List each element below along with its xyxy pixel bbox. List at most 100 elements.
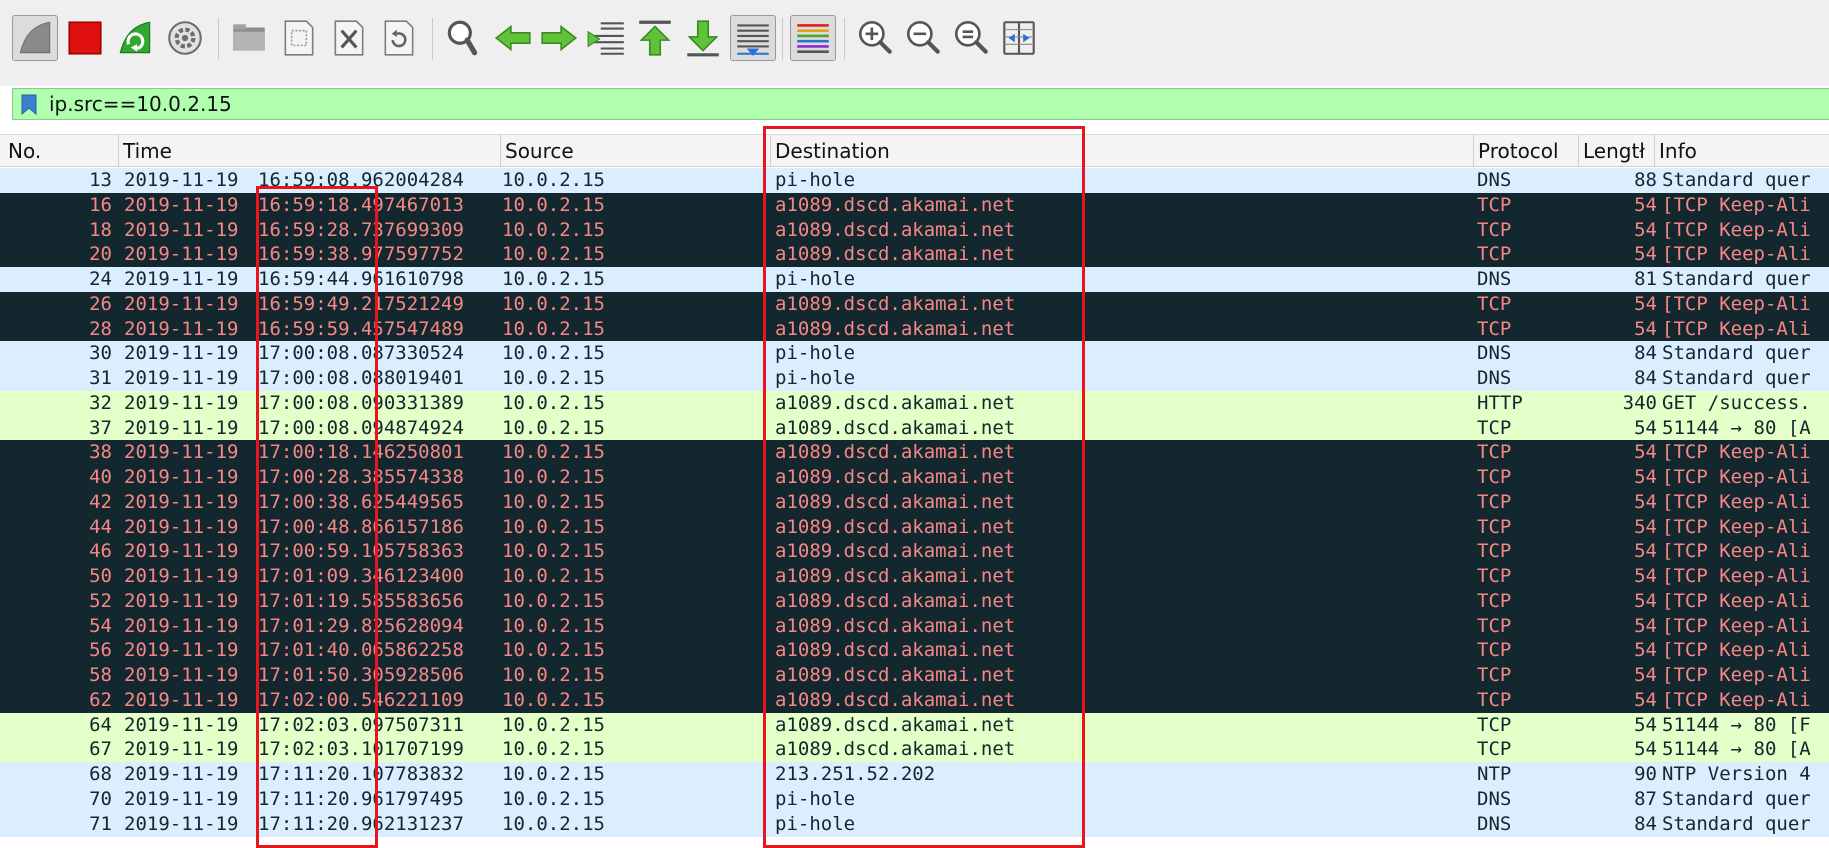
cell-info: [TCP Keep-Ali <box>1662 317 1811 340</box>
restart-capture-button[interactable] <box>112 15 158 61</box>
table-row[interactable]: 28 2019-11-19 16:59:59.457547489 10.0.2.15 a… <box>0 316 1829 342</box>
cell-protocol: TCP <box>1477 565 1512 587</box>
cell-length: 340 <box>1622 391 1657 414</box>
table-row[interactable]: 58 2019-11-19 17:01:50.305928506 10.0.2.15 a… <box>0 663 1829 688</box>
column-protocol[interactable]: Protocol <box>1473 135 1578 167</box>
column-source[interactable]: Source <box>500 135 770 167</box>
table-row[interactable]: 71 2019-11-19 17:11:20.962131237 10.0.2.15 p… <box>0 811 1829 837</box>
cell-source: 10.0.2.15 <box>502 466 605 488</box>
cell-destination: a1089.dscd.akamai.net <box>775 243 1016 266</box>
find-packet-button[interactable] <box>440 15 486 61</box>
cell-time: 17:01:29.825628094 <box>258 614 464 637</box>
cell-info: 51144 → 80 [F <box>1662 713 1811 736</box>
table-row[interactable]: 38 2019-11-19 17:00:18.146250801 10.0.2.15 a… <box>0 440 1829 466</box>
table-row[interactable]: 32 2019-11-19 17:00:08.090331389 10.0.2.15 a… <box>0 390 1829 416</box>
cell-source: 10.0.2.15 <box>502 317 605 340</box>
cell-no: 70 <box>89 787 112 810</box>
close-file-button[interactable] <box>326 15 372 61</box>
table-row[interactable]: 50 2019-11-19 17:01:09.346123400 10.0.2.15 a… <box>0 564 1829 589</box>
table-row[interactable]: 18 2019-11-19 16:59:28.737699309 10.0.2.15 a… <box>0 217 1829 243</box>
display-filter-bar[interactable]: ip.src==10.0.2.15 <box>12 88 1829 120</box>
go-last-packet-button[interactable] <box>680 15 726 61</box>
cell-source: 10.0.2.15 <box>502 342 605 365</box>
resize-columns-button[interactable] <box>996 15 1042 61</box>
cell-info: [TCP Keep-Ali <box>1662 515 1811 538</box>
column-length[interactable]: Lengtł <box>1578 135 1654 167</box>
cell-info: [TCP Keep-Ali <box>1662 490 1811 513</box>
cell-info: [TCP Keep-Ali <box>1662 243 1811 266</box>
cell-time: 17:00:48.866157186 <box>258 515 464 538</box>
cell-date: 2019-11-19 <box>124 812 239 835</box>
table-row[interactable]: 54 2019-11-19 17:01:29.825628094 10.0.2.15 a… <box>0 613 1829 639</box>
cell-destination: pi-hole <box>775 268 856 290</box>
cell-time: 17:01:40.065862258 <box>258 639 464 662</box>
cell-destination: a1089.dscd.akamai.net <box>775 565 1016 587</box>
open-file-icon <box>233 24 265 51</box>
cell-time: 17:01:50.305928506 <box>258 664 464 686</box>
capture-options-button[interactable] <box>162 15 208 61</box>
go-first-packet-button[interactable] <box>632 15 678 61</box>
table-row[interactable]: 13 2019-11-19 16:59:08.962004284 10.0.2.15 p… <box>0 168 1829 193</box>
table-row[interactable]: 70 2019-11-19 17:11:20.961797495 10.0.2.15 p… <box>0 786 1829 812</box>
table-row[interactable]: 44 2019-11-19 17:00:48.866157186 10.0.2.15 a… <box>0 514 1829 540</box>
table-row[interactable]: 31 2019-11-19 17:00:08.088019401 10.0.2.15 p… <box>0 366 1829 391</box>
cell-time: 16:59:08.962004284 <box>258 169 464 191</box>
reload-file-button[interactable] <box>376 15 422 61</box>
display-filter-input[interactable]: ip.src==10.0.2.15 <box>49 92 232 116</box>
cell-destination: a1089.dscd.akamai.net <box>775 218 1016 241</box>
zoom-out-button[interactable] <box>900 15 946 61</box>
table-row[interactable]: 46 2019-11-19 17:00:59.105758363 10.0.2.15 a… <box>0 539 1829 565</box>
table-row[interactable]: 56 2019-11-19 17:01:40.065862258 10.0.2.15 a… <box>0 638 1829 664</box>
table-row[interactable]: 42 2019-11-19 17:00:38.625449565 10.0.2.15 a… <box>0 489 1829 515</box>
table-row[interactable]: 64 2019-11-19 17:02:03.097507311 10.0.2.15 a… <box>0 712 1829 738</box>
column-time[interactable]: Time <box>118 135 500 167</box>
save-file-button[interactable] <box>276 15 322 61</box>
table-row[interactable]: 16 2019-11-19 16:59:18.497467013 10.0.2.15 a… <box>0 192 1829 218</box>
column-no[interactable]: No. <box>0 135 112 167</box>
cell-time: 17:00:38.625449565 <box>258 490 464 513</box>
stop-capture-button[interactable] <box>62 15 108 61</box>
table-row[interactable]: 24 2019-11-19 16:59:44.961610798 10.0.2.15 p… <box>0 267 1829 292</box>
open-file-button[interactable] <box>226 15 272 61</box>
cell-destination: 213.251.52.202 <box>775 763 936 785</box>
table-row[interactable]: 68 2019-11-19 17:11:20.107783832 10.0.2.15 2… <box>0 762 1829 787</box>
column-destination[interactable]: Destination <box>770 135 1473 167</box>
table-row[interactable]: 67 2019-11-19 17:02:03.101707199 10.0.2.15 a… <box>0 737 1829 763</box>
go-back-button[interactable] <box>490 15 536 61</box>
cell-time: 17:00:08.094874924 <box>258 416 464 439</box>
table-row[interactable]: 40 2019-11-19 17:00:28.385574338 10.0.2.15 a… <box>0 465 1829 490</box>
table-row[interactable]: 26 2019-11-19 16:59:49.217521249 10.0.2.15 a… <box>0 291 1829 317</box>
cell-no: 38 <box>89 441 112 464</box>
close-file-icon <box>334 20 364 56</box>
go-to-packet-button[interactable] <box>584 15 630 61</box>
cell-date: 2019-11-19 <box>124 490 239 513</box>
table-row[interactable]: 37 2019-11-19 17:00:08.094874924 10.0.2.15 a… <box>0 415 1829 441</box>
cell-no: 54 <box>89 614 112 637</box>
cell-source: 10.0.2.15 <box>502 391 605 414</box>
normal-size-button[interactable] <box>948 15 994 61</box>
cell-no: 40 <box>89 466 112 488</box>
start-capture-button[interactable] <box>12 15 58 61</box>
zoom-in-button[interactable] <box>852 15 898 61</box>
table-row[interactable]: 30 2019-11-19 17:00:08.087330524 10.0.2.15 p… <box>0 341 1829 367</box>
main-toolbar <box>0 0 1829 86</box>
table-row[interactable]: 20 2019-11-19 16:59:38.977597752 10.0.2.15 a… <box>0 242 1829 268</box>
cell-date: 2019-11-19 <box>124 540 239 563</box>
cell-time: 17:00:18.146250801 <box>258 441 464 464</box>
cell-no: 30 <box>89 342 112 365</box>
cell-length: 54 <box>1634 738 1657 761</box>
cell-destination: a1089.dscd.akamai.net <box>775 639 1016 662</box>
bookmark-icon[interactable] <box>21 94 37 115</box>
table-row[interactable]: 52 2019-11-19 17:01:19.585583656 10.0.2.15 a… <box>0 588 1829 614</box>
cell-date: 2019-11-19 <box>124 466 239 488</box>
cell-info: [TCP Keep-Ali <box>1662 466 1811 488</box>
cell-length: 87 <box>1634 787 1657 810</box>
cell-date: 2019-11-19 <box>124 664 239 686</box>
go-forward-button[interactable] <box>536 15 582 61</box>
cell-no: 44 <box>89 515 112 538</box>
table-row[interactable]: 62 2019-11-19 17:02:00.546221109 10.0.2.15 a… <box>0 687 1829 713</box>
colorize-icon <box>797 24 829 53</box>
column-info[interactable]: Info <box>1654 135 1829 167</box>
colorize-button[interactable] <box>790 15 836 61</box>
autoscroll-button[interactable] <box>730 15 776 61</box>
